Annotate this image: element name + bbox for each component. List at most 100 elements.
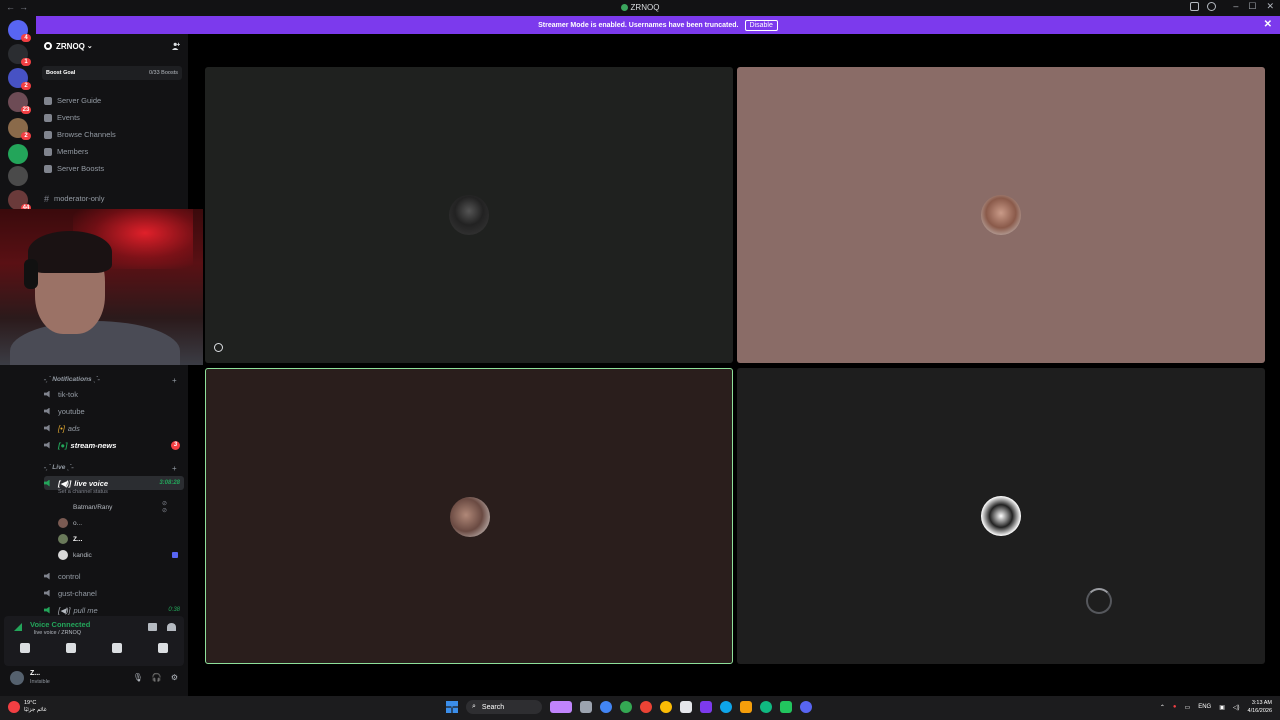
channel-ads[interactable]: [•] ads	[44, 421, 184, 435]
boost-icon	[44, 164, 52, 173]
chrome-icon[interactable]	[760, 701, 772, 713]
chrome-icon[interactable]	[600, 701, 612, 713]
user-name: Z...	[30, 670, 41, 677]
activities-icon[interactable]	[112, 643, 122, 653]
clock[interactable]: 3:13 AM 4/16/2026	[1248, 699, 1272, 715]
help-icon[interactable]	[1207, 2, 1216, 11]
inbox-icon[interactable]	[1190, 2, 1199, 11]
video-tile-speaking[interactable]	[205, 368, 733, 664]
maximize-button[interactable]: ☐	[1248, 1, 1256, 12]
category-live[interactable]: ˗ˏˋ Live ˎˊ˗ +	[44, 464, 177, 474]
voice-user[interactable]: Batman/Rany ⊘ ⊘	[58, 500, 167, 514]
video-tile[interactable]	[737, 368, 1265, 664]
avatar	[58, 550, 68, 560]
soundboard-icon[interactable]	[158, 643, 168, 653]
chrome-icon[interactable]	[640, 701, 652, 713]
server-icon[interactable]: 23	[8, 92, 31, 114]
channel-gust-chanel[interactable]: gust-chanel	[44, 586, 184, 600]
camera-icon[interactable]	[20, 643, 30, 653]
voice-channel-icon	[44, 589, 50, 597]
network-icon[interactable]: ▣	[1219, 704, 1225, 711]
channel-tiktok[interactable]: tik-tok	[44, 387, 184, 401]
minimize-button[interactable]: –	[1233, 1, 1238, 12]
copilot-icon[interactable]	[700, 701, 712, 713]
widgets-icon[interactable]	[550, 701, 572, 713]
menu-item-server-guide[interactable]: Server Guide	[44, 94, 101, 107]
chrome-icon[interactable]	[660, 701, 672, 713]
menu-item-browse-channels[interactable]: Browse Channels	[44, 128, 116, 141]
system-tray: ⌃ ● ▭ ENG ▣ ◁) 3:13 AM 4/16/2026	[1160, 699, 1272, 715]
voice-user[interactable]: kandic	[58, 548, 178, 562]
add-channel-icon[interactable]: +	[172, 464, 177, 473]
close-banner-icon[interactable]: ✕	[1264, 19, 1272, 30]
participant-avatar	[450, 497, 490, 537]
menu-item-events[interactable]: Events	[44, 111, 80, 124]
boost-goal-bar[interactable]: Boost Goal 0/33 Boosts	[42, 66, 182, 80]
server-icon[interactable]: 2	[8, 118, 31, 140]
server-header[interactable]: ZRNOQ ⌄	[36, 34, 188, 58]
edge-icon[interactable]	[720, 701, 732, 713]
stream-mute-icon[interactable]	[214, 343, 223, 352]
channel-youtube[interactable]: youtube	[44, 404, 184, 418]
server-icon[interactable]: 1	[8, 44, 31, 66]
voice-user[interactable]: o...	[58, 516, 82, 530]
voice-user[interactable]: Z...	[58, 532, 82, 546]
voice-status[interactable]: Voice Connected	[30, 620, 90, 629]
category-notifications[interactable]: ˗ˏˋ Notifications ˎˊ˗ +	[44, 376, 177, 386]
menu-item-members[interactable]: Members	[44, 145, 88, 158]
volume-icon[interactable]: ◁)	[1233, 704, 1240, 711]
chrome-icon[interactable]	[620, 701, 632, 713]
server-icon[interactable]: 2	[8, 68, 31, 90]
mention-badge: 2	[21, 82, 31, 90]
browse-icon	[44, 130, 52, 139]
emoji-icon: [◀)]	[58, 478, 72, 488]
emoji-icon: [●]	[58, 440, 68, 450]
settings-gear-icon[interactable]: ⚙	[171, 673, 178, 682]
microphone-icon[interactable]: 🎙	[133, 673, 143, 682]
server-icon[interactable]	[8, 144, 28, 164]
server-icon[interactable]: 44	[8, 190, 31, 212]
video-tile[interactable]	[205, 67, 733, 363]
video-tile[interactable]	[737, 67, 1265, 363]
participant-avatar	[981, 195, 1021, 235]
mention-badge: 2	[21, 132, 31, 140]
channel-moderator-only[interactable]: # moderator-only	[44, 192, 104, 205]
file-explorer-icon[interactable]	[740, 701, 752, 713]
headphones-icon[interactable]: 🎧	[152, 673, 162, 682]
voice-channel-path[interactable]: live voice / ZRNOQ	[34, 630, 81, 636]
task-view-icon[interactable]	[580, 701, 592, 713]
avatar[interactable]	[10, 671, 24, 685]
channel-stream-news[interactable]: [●] stream-news 3	[44, 438, 184, 452]
menu-item-server-boosts[interactable]: Server Boosts	[44, 162, 104, 175]
channel-live-voice[interactable]: [◀)] live voice 3:08:28	[44, 476, 184, 490]
disable-streamer-mode-button[interactable]: Disable	[744, 19, 778, 31]
signal-icon[interactable]	[14, 623, 22, 631]
weather-widget[interactable]: 19°C غائم جزئيًا	[8, 700, 47, 714]
store-icon[interactable]	[680, 701, 692, 713]
muted-deafened-icon: ⊘ ⊘	[162, 501, 168, 514]
channel-control[interactable]: control	[44, 569, 184, 583]
language-indicator[interactable]: ENG	[1198, 704, 1211, 710]
direct-messages-icon[interactable]: 4	[8, 20, 31, 42]
start-icon[interactable]	[446, 701, 458, 713]
tray-app-icon[interactable]: ▭	[1185, 704, 1191, 711]
chevron-up-icon[interactable]: ⌃	[1160, 704, 1165, 711]
noise-suppression-icon[interactable]	[148, 623, 157, 631]
close-window-button[interactable]: ✕	[1266, 1, 1274, 12]
user-panel: Z... Invisible 🎙 🎧 ⚙	[4, 668, 184, 690]
disconnect-icon[interactable]	[167, 623, 176, 631]
tray-app-icon[interactable]: ●	[1173, 704, 1177, 710]
participant-avatar	[981, 496, 1021, 536]
discord-icon[interactable]	[800, 701, 812, 713]
add-channel-icon[interactable]: +	[172, 376, 177, 385]
channel-status[interactable]: Set a channel status	[58, 489, 108, 495]
server-icon[interactable]	[8, 166, 28, 186]
title-bar: ←→ ZRNOQ – ☐ ✕	[0, 0, 1280, 16]
invite-icon[interactable]	[172, 42, 180, 50]
channel-pull-me[interactable]: [◀)] pull me 0:38	[44, 603, 184, 617]
app-icon[interactable]	[780, 701, 792, 713]
taskbar-search[interactable]: ⌕ Search	[466, 700, 542, 714]
screen-share-icon[interactable]	[66, 643, 76, 653]
avatar	[58, 502, 68, 512]
members-icon	[44, 147, 52, 156]
